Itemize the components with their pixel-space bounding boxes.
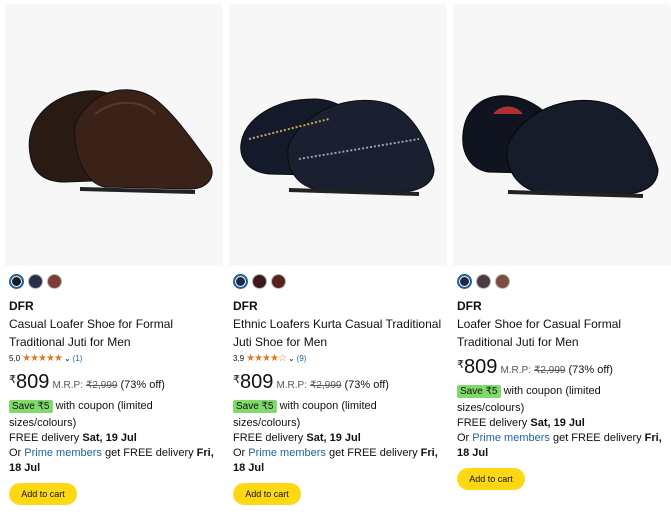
product-image[interactable] (453, 4, 671, 266)
coupon-row: Save ₹5 with coupon (limited sizes/colou… (9, 398, 221, 431)
review-count[interactable]: (9) (297, 354, 307, 363)
price-row: ₹809 M.R.P: ₹2,999 (73% off) (233, 371, 389, 394)
mrp-label: M.R.P: (276, 380, 307, 391)
color-swatch[interactable] (495, 274, 510, 289)
rating[interactable]: 3.9 ★★★★☆ ⌄ (9) (233, 353, 306, 364)
color-swatch[interactable] (9, 274, 24, 289)
coupon-row: Save ₹5 with coupon (limited sizes/colou… (233, 398, 445, 431)
delivery-info: FREE delivery Sat, 19 Jul Or Prime membe… (9, 431, 221, 476)
delivery-label: FREE delivery (457, 417, 531, 429)
brand-name: DFR (457, 299, 482, 313)
color-swatch[interactable] (28, 274, 43, 289)
shoe-pair-image (240, 98, 435, 196)
product-image[interactable] (229, 4, 447, 266)
rating-value: 5.0 (9, 354, 21, 363)
chevron-down-icon[interactable]: ⌄ (64, 354, 71, 363)
color-swatch[interactable] (47, 274, 62, 289)
price-row: ₹809 M.R.P: ₹2,999 (73% off) (457, 356, 613, 379)
delivery-date: Sat, 19 Jul (306, 432, 361, 444)
delivery-label: FREE delivery (233, 432, 307, 444)
discount: (73% off) (568, 364, 613, 376)
delivery-date: Sat, 19 Jul (530, 417, 585, 429)
delivery-info: FREE delivery Sat, 19 Jul Or Prime membe… (457, 416, 669, 461)
color-swatches (233, 274, 286, 292)
prime-members-link[interactable]: Prime members (472, 432, 550, 444)
product-title[interactable]: Ethnic Loafers Kurta Casual Traditional … (233, 315, 445, 351)
product-image[interactable] (5, 4, 223, 266)
brand-name: DFR (233, 299, 258, 313)
star-rating-icon: ★★★★★ (22, 353, 63, 364)
product-grid: DFR Casual Loafer Shoe for Formal Tradit… (0, 0, 671, 515)
mrp-label: M.R.P: (500, 365, 531, 376)
prime-prefix: Or (233, 447, 249, 459)
mrp-value: ₹2,999 (86, 380, 118, 391)
product-card: DFR Casual Loafer Shoe for Formal Tradit… (5, 0, 223, 515)
coupon-badge: Save ₹5 (457, 385, 501, 398)
discount: (73% off) (120, 379, 165, 391)
prime-suffix: get FREE delivery (325, 447, 421, 459)
prime-members-link[interactable]: Prime members (24, 447, 102, 459)
chevron-down-icon[interactable]: ⌄ (288, 354, 295, 363)
delivery-label: FREE delivery (9, 432, 83, 444)
mrp-value: ₹2,999 (534, 365, 566, 376)
price[interactable]: 809 (464, 356, 497, 378)
add-to-cart-button[interactable]: Add to cart (9, 483, 77, 505)
prime-prefix: Or (9, 447, 25, 459)
product-title[interactable]: Casual Loafer Shoe for Formal Traditiona… (9, 315, 221, 351)
color-swatches (457, 274, 510, 292)
color-swatch[interactable] (476, 274, 491, 289)
coupon-row: Save ₹5 with coupon (limited sizes/colou… (457, 383, 669, 416)
mrp-label: M.R.P: (52, 380, 83, 391)
shoe-pair-image (462, 95, 659, 198)
add-to-cart-button[interactable]: Add to cart (457, 468, 525, 490)
price-row: ₹809 M.R.P: ₹2,999 (73% off) (9, 371, 165, 394)
delivery-date: Sat, 19 Jul (82, 432, 137, 444)
product-card: DFR Ethnic Loafers Kurta Casual Traditio… (229, 0, 447, 515)
color-swatches (9, 274, 62, 292)
rating[interactable]: 5.0 ★★★★★ ⌄ (1) (9, 353, 82, 364)
color-swatch[interactable] (457, 274, 472, 289)
color-swatch[interactable] (252, 274, 267, 289)
brand-name: DFR (9, 299, 34, 313)
color-swatch[interactable] (271, 274, 286, 289)
product-card: DFR Loafer Shoe for Casual Formal Tradit… (453, 0, 671, 515)
color-swatch[interactable] (233, 274, 248, 289)
prime-prefix: Or (457, 432, 473, 444)
currency-symbol: ₹ (233, 374, 240, 386)
mrp-value: ₹2,999 (310, 380, 342, 391)
add-to-cart-button[interactable]: Add to cart (233, 483, 301, 505)
prime-members-link[interactable]: Prime members (248, 447, 326, 459)
prime-suffix: get FREE delivery (101, 447, 197, 459)
currency-symbol: ₹ (457, 359, 464, 371)
price[interactable]: 809 (16, 371, 49, 393)
currency-symbol: ₹ (9, 374, 16, 386)
review-count[interactable]: (1) (73, 354, 83, 363)
coupon-badge: Save ₹5 (233, 400, 277, 413)
star-rating-icon: ★★★★☆ (246, 353, 287, 364)
price[interactable]: 809 (240, 371, 273, 393)
coupon-badge: Save ₹5 (9, 400, 53, 413)
delivery-info: FREE delivery Sat, 19 Jul Or Prime membe… (233, 431, 445, 476)
rating-value: 3.9 (233, 354, 245, 363)
discount: (73% off) (344, 379, 389, 391)
prime-suffix: get FREE delivery (549, 432, 645, 444)
product-title[interactable]: Loafer Shoe for Casual Formal Traditiona… (457, 315, 669, 351)
shoe-pair-image (28, 89, 213, 194)
